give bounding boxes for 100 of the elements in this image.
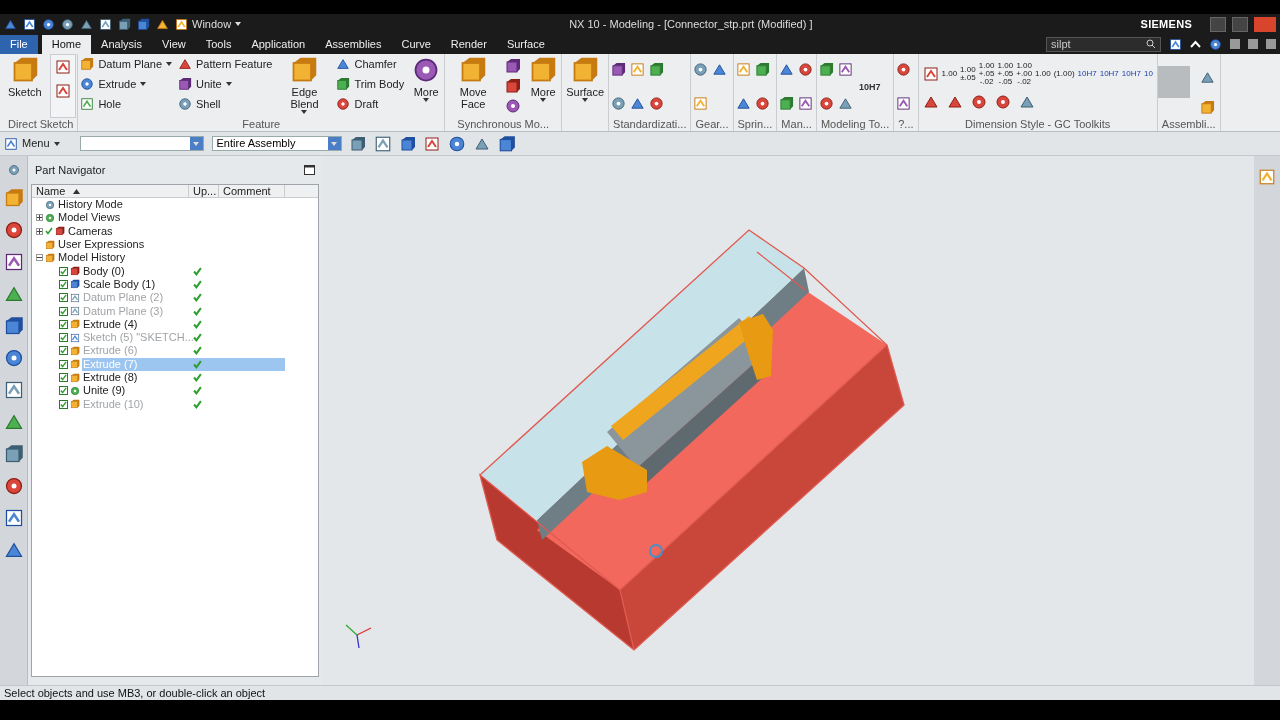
resource-tab-icon[interactable]: [3, 348, 24, 368]
resource-tab-icon[interactable]: [3, 508, 24, 528]
tool-icon[interactable]: [970, 94, 987, 110]
dimension-style-button[interactable]: 10: [1143, 70, 1153, 78]
resource-tab-icon[interactable]: [3, 252, 24, 272]
tool-icon[interactable]: [754, 62, 770, 77]
tool-icon[interactable]: [1199, 70, 1215, 85]
ribbon-tool-button[interactable]: Datum Plane: [78, 54, 174, 74]
tree-item[interactable]: Model Views: [57, 211, 121, 225]
tree-item[interactable]: Model History: [57, 251, 126, 265]
tool-icon[interactable]: [611, 62, 627, 77]
ribbon-tab[interactable]: Analysis: [91, 35, 153, 54]
save-icon[interactable]: [23, 17, 36, 31]
cube-icon[interactable]: [399, 135, 416, 152]
ribbon-tool-button[interactable]: Chamfer: [334, 54, 407, 74]
column-header[interactable]: Name: [32, 185, 189, 197]
ribbon-tool-button[interactable]: Draft: [334, 94, 407, 114]
expand-icon[interactable]: [36, 214, 43, 222]
column-header[interactable]: Comment: [219, 185, 285, 197]
expand-icon[interactable]: [36, 227, 43, 235]
dimension-style-button[interactable]: 1.00 ±.05: [960, 66, 976, 82]
tool-icon[interactable]: [505, 98, 522, 114]
ribbon-large-button[interactable]: Sketch: [4, 54, 46, 118]
tool-icon[interactable]: [712, 62, 728, 77]
ribbon-large-button[interactable]: Edge Blend: [276, 54, 333, 118]
tree-item[interactable]: Scale Body (1): [82, 277, 156, 291]
resource-tab-icon[interactable]: [3, 316, 24, 336]
ribbon-tool-button[interactable]: Shell: [176, 94, 275, 114]
resource-tab-icon[interactable]: [3, 220, 24, 240]
checkbox[interactable]: [59, 333, 68, 343]
tool-icon[interactable]: [156, 17, 169, 31]
visible-check-icon[interactable]: [45, 227, 53, 236]
tree-item[interactable]: Extrude (8): [82, 371, 138, 384]
ribbon-tab[interactable]: Curve: [391, 35, 441, 54]
tool-icon[interactable]: [896, 96, 912, 111]
column-header[interactable]: Up...: [189, 185, 219, 197]
resource-tab-icon[interactable]: [3, 540, 24, 560]
dimension-style-button[interactable]: 1.00 +.05 -.05: [997, 62, 1014, 86]
minimize-button[interactable]: [1210, 16, 1226, 32]
tool-icon[interactable]: [349, 135, 366, 152]
ribbon-large-button[interactable]: Surface: [562, 54, 609, 118]
ribbon-large-button[interactable]: More: [408, 54, 445, 118]
ribbon-large-button[interactable]: Move Face: [445, 54, 502, 118]
dimension-style-button[interactable]: 10H7: [1099, 70, 1119, 78]
ribbon-tool-button[interactable]: Trim Body: [334, 74, 407, 94]
tool-icon[interactable]: [779, 96, 795, 111]
resource-tab-icon[interactable]: [3, 444, 24, 464]
tool-icon[interactable]: [818, 96, 834, 111]
tool-icon[interactable]: [754, 96, 770, 111]
tree-item[interactable]: User Expressions: [57, 238, 145, 252]
tree-item[interactable]: Unite (9): [82, 384, 126, 398]
ribbon-tool-button[interactable]: Unite: [176, 74, 275, 94]
tool-icon[interactable]: [779, 62, 795, 77]
ribbon-tab[interactable]: Assemblies: [315, 35, 392, 54]
dimension-style-button[interactable]: 1.00 +.05 -.02: [978, 62, 995, 86]
ribbon-tab[interactable]: Application: [241, 35, 316, 54]
tool-icon[interactable]: [837, 96, 853, 111]
tool-icon[interactable]: [798, 96, 814, 111]
dimension-style-button[interactable]: 10H7: [1077, 70, 1097, 78]
tool-icon[interactable]: [505, 78, 522, 94]
tool-icon[interactable]: [505, 58, 522, 74]
ribbon-tab[interactable]: Tools: [195, 35, 242, 54]
collapse-icon[interactable]: [36, 254, 43, 262]
checkbox[interactable]: [59, 359, 68, 369]
tool-icon[interactable]: [922, 66, 939, 82]
tool-icon[interactable]: [373, 134, 392, 153]
tool-label[interactable]: 10H7: [854, 78, 885, 98]
dimension-style-button[interactable]: 1.00: [1035, 70, 1051, 78]
selection-filter-dropdown[interactable]: [79, 136, 204, 151]
maximize-icon[interactable]: [304, 165, 315, 175]
dimension-style-button[interactable]: 10H7: [1121, 70, 1141, 78]
file-menu-tab[interactable]: File: [0, 35, 38, 54]
tool-icon[interactable]: [649, 62, 665, 77]
menu-button[interactable]: Menu: [4, 135, 60, 152]
cube-icon[interactable]: [497, 134, 516, 153]
tool-icon[interactable]: [798, 62, 814, 77]
ribbon-tool-button[interactable]: Pattern Feature: [176, 54, 275, 74]
checkbox[interactable]: [59, 386, 68, 396]
dimension-style-button[interactable]: 1.00: [941, 70, 958, 78]
search-field[interactable]: silpt: [1046, 36, 1161, 52]
checkbox[interactable]: [59, 306, 68, 316]
checkbox[interactable]: [59, 319, 68, 329]
tool-icon[interactable]: [896, 62, 912, 77]
checkbox[interactable]: [59, 266, 68, 276]
tool-icon[interactable]: [649, 96, 665, 111]
checkbox[interactable]: [59, 399, 68, 409]
scope-dropdown[interactable]: Entire Assembly: [211, 136, 342, 151]
tool-icon[interactable]: [611, 96, 627, 111]
collapse-ribbon-icon[interactable]: [1190, 40, 1201, 48]
tool-icon[interactable]: [630, 96, 646, 111]
tree-item[interactable]: Body (0): [82, 264, 125, 278]
tool-icon[interactable]: [837, 62, 853, 77]
checkbox[interactable]: [59, 293, 68, 303]
ribbon-tool-button[interactable]: Hole: [78, 94, 174, 114]
resource-tab-icon[interactable]: [3, 476, 24, 496]
ribbon-tab[interactable]: View: [152, 35, 196, 54]
tool-icon[interactable]: [137, 17, 150, 31]
tree-item[interactable]: Cameras: [67, 224, 113, 238]
tree-item[interactable]: History Mode: [57, 198, 123, 212]
ribbon-tool-button[interactable]: Extrude: [78, 74, 174, 94]
